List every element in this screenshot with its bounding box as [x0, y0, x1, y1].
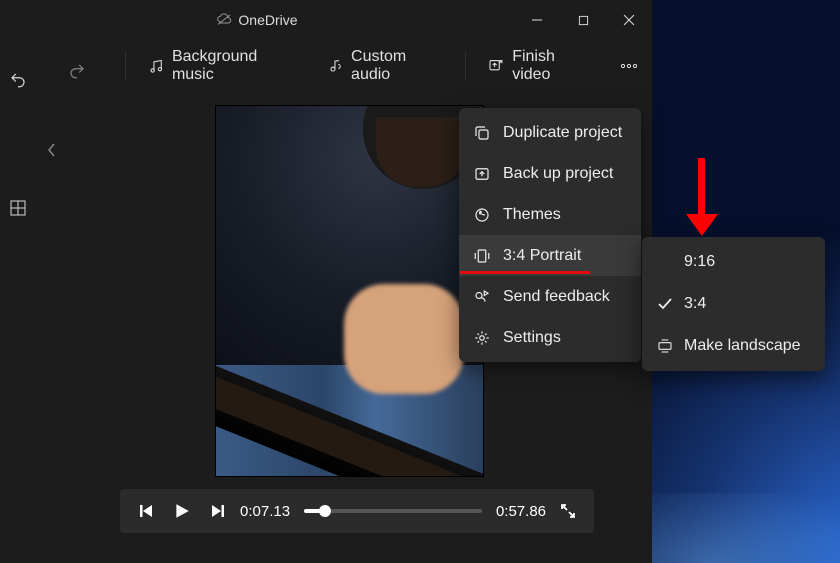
submenu-9-16[interactable]: 9:16: [642, 241, 825, 283]
menu-aspect-label: 3:4 Portrait: [503, 247, 581, 265]
menu-backup-label: Back up project: [503, 165, 613, 183]
undo-button[interactable]: [0, 60, 36, 100]
annotation-underline: [460, 271, 590, 274]
toolbar: Background music Custom audio Finish vid…: [0, 40, 652, 92]
annotation-arrow: [691, 158, 713, 238]
grid-view-button[interactable]: [4, 194, 32, 222]
more-menu: Duplicate project Back up project Themes…: [459, 108, 641, 362]
menu-aspect-ratio[interactable]: 3:4 Portrait: [459, 235, 641, 276]
submenu-9-16-label: 9:16: [684, 253, 715, 271]
window-controls: [514, 0, 652, 40]
menu-settings-label: Settings: [503, 329, 561, 347]
cloud-icon: [216, 12, 232, 29]
submenu-make-landscape[interactable]: Make landscape: [642, 325, 825, 367]
background-music-label: Background music: [172, 48, 295, 84]
submenu-3-4[interactable]: 3:4: [642, 283, 825, 325]
menu-duplicate-label: Duplicate project: [503, 124, 622, 142]
custom-audio-label: Custom audio: [351, 48, 443, 84]
custom-audio-button[interactable]: Custom audio: [317, 42, 453, 90]
finish-video-button[interactable]: Finish video: [478, 42, 602, 90]
minimize-button[interactable]: [514, 0, 560, 40]
title-text-area: OneDrive: [0, 12, 514, 29]
current-time: 0:07.13: [240, 503, 290, 520]
submenu-3-4-label: 3:4: [684, 295, 706, 313]
back-chevron-button[interactable]: [38, 136, 66, 164]
check-icon: [656, 295, 674, 313]
aspect-submenu: 9:16 3:4 Make landscape: [642, 237, 825, 371]
window-title: OneDrive: [238, 12, 297, 28]
next-frame-button[interactable]: [204, 497, 232, 525]
playback-bar: 0:07.13 0:57.86: [120, 489, 594, 533]
total-time: 0:57.86: [496, 503, 546, 520]
titlebar: OneDrive: [0, 0, 652, 40]
maximize-button[interactable]: [560, 0, 606, 40]
video-editor-window: OneDrive Background music: [0, 0, 652, 563]
menu-feedback-label: Send feedback: [503, 288, 610, 306]
menu-settings[interactable]: Settings: [459, 317, 641, 358]
fullscreen-button[interactable]: [554, 497, 582, 525]
menu-duplicate-project[interactable]: Duplicate project: [459, 112, 641, 153]
background-music-button[interactable]: Background music: [138, 42, 305, 90]
redo-button[interactable]: [68, 62, 86, 85]
menu-backup-project[interactable]: Back up project: [459, 153, 641, 194]
menu-themes[interactable]: Themes: [459, 194, 641, 235]
menu-send-feedback[interactable]: Send feedback: [459, 276, 641, 317]
video-preview[interactable]: [215, 105, 484, 477]
left-strip: [0, 60, 36, 100]
submenu-landscape-label: Make landscape: [684, 337, 801, 355]
prev-frame-button[interactable]: [132, 497, 160, 525]
finish-video-label: Finish video: [512, 48, 592, 84]
landscape-icon: [656, 337, 674, 355]
close-button[interactable]: [606, 0, 652, 40]
menu-themes-label: Themes: [503, 206, 561, 224]
more-button[interactable]: [614, 57, 644, 75]
play-button[interactable]: [168, 497, 196, 525]
seek-slider[interactable]: [304, 509, 482, 513]
